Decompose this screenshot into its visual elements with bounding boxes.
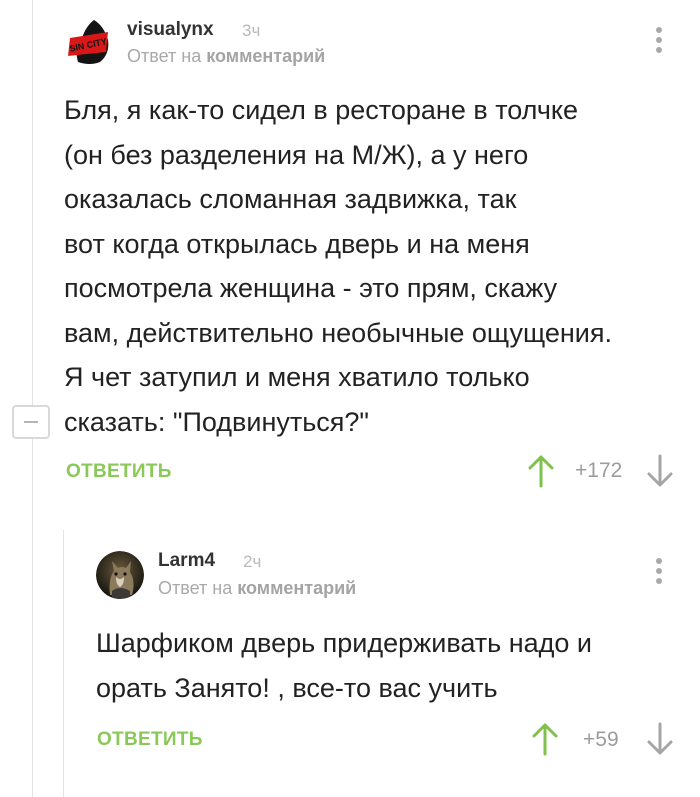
reply-to-prefix: Ответ на bbox=[127, 46, 202, 66]
reply-to-label: Ответ на комментарий bbox=[158, 578, 356, 599]
rating-count: +172 bbox=[575, 459, 623, 482]
arrow-up-icon[interactable] bbox=[527, 454, 555, 488]
comment-text: Шарфиком дверь придерживать надо и орать… bbox=[96, 628, 592, 703]
arrow-down-icon[interactable] bbox=[646, 454, 674, 488]
avatar[interactable] bbox=[96, 551, 144, 599]
comment-time: 3ч bbox=[242, 21, 261, 40]
more-options-button[interactable] bbox=[649, 27, 669, 59]
reply-to-link[interactable]: комментарий bbox=[206, 46, 325, 66]
username[interactable]: Larm4 bbox=[158, 550, 215, 572]
comment: SIN CITY visualynx 3ч Ответ на комментар… bbox=[0, 0, 700, 500]
reply-to-prefix: Ответ на bbox=[158, 578, 233, 598]
reply-button[interactable]: ОТВЕТИТЬ bbox=[97, 729, 203, 751]
cat-avatar-icon bbox=[96, 551, 144, 599]
reply-to-link[interactable]: комментарий bbox=[237, 578, 356, 598]
comment-time: 2ч bbox=[243, 552, 262, 571]
username[interactable]: visualynx bbox=[127, 19, 214, 41]
rating-count: +59 bbox=[583, 728, 619, 751]
more-options-button[interactable] bbox=[649, 558, 669, 590]
reply-to-label: Ответ на комментарий bbox=[127, 46, 325, 67]
reply-button[interactable]: ОТВЕТИТЬ bbox=[66, 461, 172, 483]
comment-text: Бля, я как-то сидел в ресторане в толчке… bbox=[64, 95, 612, 437]
arrow-down-icon[interactable] bbox=[646, 722, 674, 756]
comment: Larm4 2ч Ответ на комментарий Шарфиком д… bbox=[0, 530, 700, 797]
arrow-up-icon[interactable] bbox=[531, 722, 559, 756]
avatar[interactable]: SIN CITY bbox=[64, 18, 112, 66]
sin-city-logo-icon: SIN CITY bbox=[64, 18, 112, 66]
